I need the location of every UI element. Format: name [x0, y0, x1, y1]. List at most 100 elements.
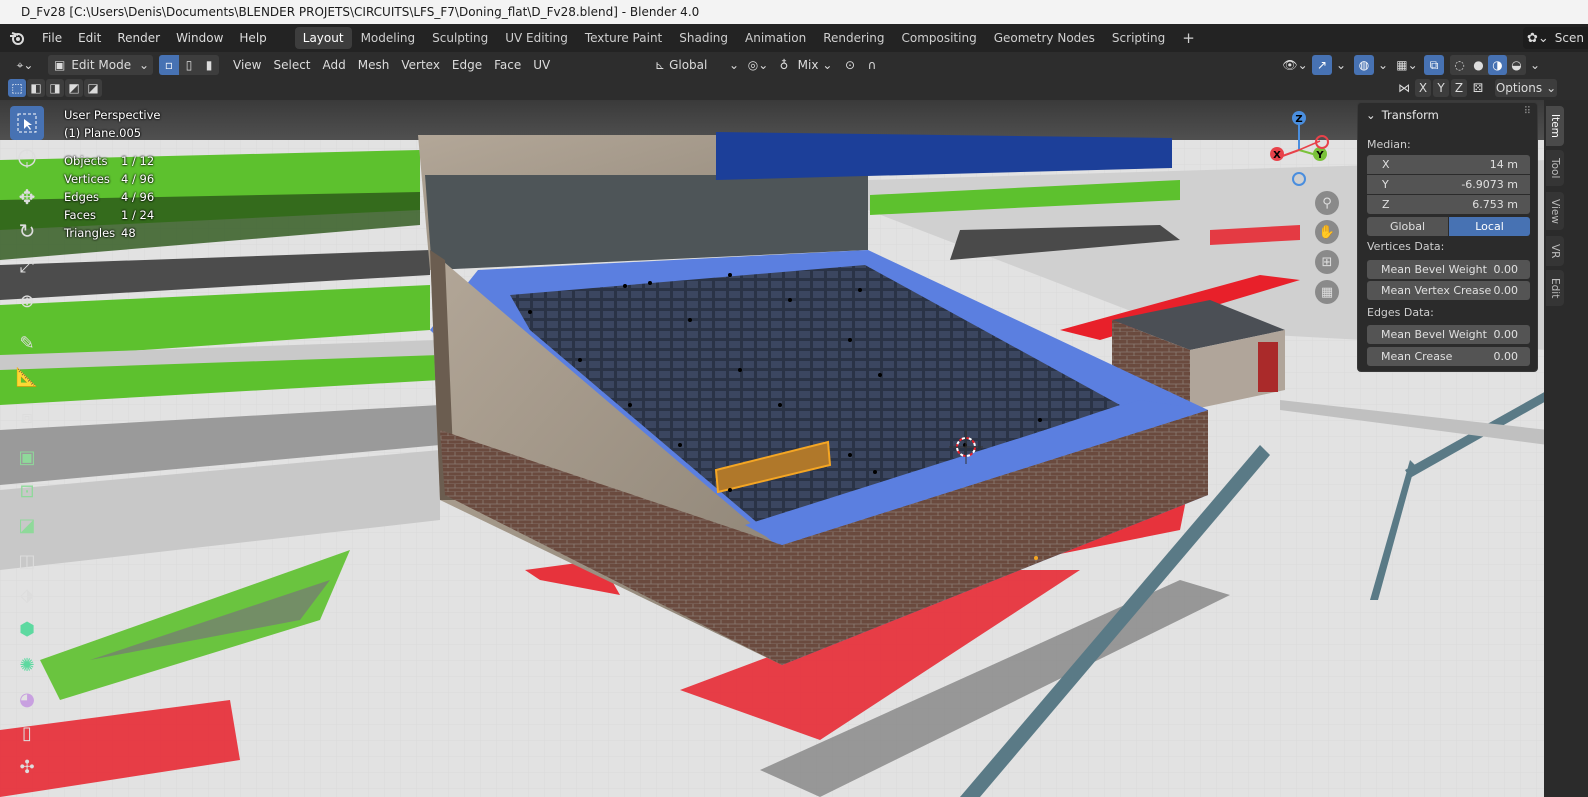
- median-z-field[interactable]: Z 6.753 m: [1367, 195, 1530, 214]
- tab-compositing[interactable]: Compositing: [893, 27, 984, 49]
- header-menu-mesh[interactable]: Mesh: [352, 58, 396, 72]
- menu-window[interactable]: Window: [168, 24, 231, 52]
- tab-animation[interactable]: Animation: [737, 27, 814, 49]
- uv-sync-icon[interactable]: ⚄: [1469, 79, 1487, 97]
- add-cube-tool-icon[interactable]: ⧈: [10, 400, 44, 434]
- extrude-tool-icon[interactable]: ▣: [10, 440, 44, 474]
- tab-layout[interactable]: Layout: [294, 27, 352, 49]
- inset-tool-icon[interactable]: ⊡: [10, 474, 44, 508]
- mode-dropdown[interactable]: ▣ Edit Mode ⌄: [48, 55, 153, 75]
- gizmo-toggle-icon[interactable]: ↗: [1312, 55, 1332, 75]
- header-menu-vertex[interactable]: Vertex: [395, 58, 446, 72]
- rendered-shading-icon[interactable]: ◒: [1507, 55, 1526, 75]
- move-tool-icon[interactable]: ✥: [10, 180, 44, 214]
- header-menu-view[interactable]: View: [227, 58, 267, 72]
- bevel-tool-icon[interactable]: ◪: [10, 508, 44, 542]
- select-intersect-icon[interactable]: ◪: [84, 79, 102, 97]
- orientation-dropdown[interactable]: Global ⌄: [669, 55, 739, 75]
- tab-shading[interactable]: Shading: [671, 27, 736, 49]
- median-y-field[interactable]: Y -6.9073 m: [1367, 175, 1530, 194]
- spin-tool-icon[interactable]: ✺: [10, 648, 44, 682]
- tab-texture-paint[interactable]: Texture Paint: [577, 27, 670, 49]
- poly-build-tool-icon[interactable]: ⬢: [10, 612, 44, 646]
- knife-tool-icon[interactable]: ⬗: [10, 578, 44, 612]
- global-toggle[interactable]: Global: [1367, 217, 1448, 236]
- loop-cut-tool-icon[interactable]: ◫: [10, 544, 44, 578]
- select-box-tool-icon[interactable]: [10, 106, 44, 140]
- tab-uv-editing[interactable]: UV Editing: [497, 27, 576, 49]
- shrink-fatten-tool-icon[interactable]: ✣: [10, 750, 44, 784]
- visibility-eye-icon[interactable]: 👁⌄: [1280, 55, 1310, 75]
- zoom-icon[interactable]: ⚲: [1315, 191, 1339, 215]
- vertex-select-button[interactable]: ▫: [159, 55, 179, 75]
- editor-type-icon[interactable]: ⌖⌄: [6, 55, 44, 75]
- tab-tool[interactable]: Tool: [1546, 150, 1564, 186]
- tab-item[interactable]: Item: [1546, 106, 1564, 146]
- overlay-dropdown-icon[interactable]: ⌄: [1376, 55, 1390, 75]
- falloff-icon[interactable]: ∩: [861, 55, 883, 75]
- edge-select-button[interactable]: ▯: [179, 55, 199, 75]
- tab-sculpting[interactable]: Sculpting: [424, 27, 496, 49]
- panel-drag-handle-icon[interactable]: ⠿: [1524, 106, 1531, 117]
- scene-icon[interactable]: ✿⌄: [1527, 31, 1549, 46]
- measure-tool-icon[interactable]: 📐: [10, 360, 44, 394]
- mean-vertex-crease-field[interactable]: Mean Vertex Crease 0.00: [1367, 281, 1530, 300]
- options-dropdown[interactable]: Options ⌄: [1495, 79, 1557, 97]
- tab-rendering[interactable]: Rendering: [815, 27, 892, 49]
- cursor-tool-icon[interactable]: [10, 141, 44, 175]
- solid-shading-icon[interactable]: ●: [1469, 55, 1488, 75]
- median-x-field[interactable]: X 14 m: [1367, 155, 1530, 174]
- mesh-edit-overlay-icon[interactable]: ▦⌄: [1392, 55, 1422, 75]
- scale-tool-icon[interactable]: ⤢: [10, 249, 44, 283]
- tab-view[interactable]: View: [1546, 192, 1564, 230]
- select-extend-icon[interactable]: ◧: [27, 79, 45, 97]
- snap-icon[interactable]: ♁: [773, 55, 795, 75]
- header-menu-face[interactable]: Face: [488, 58, 527, 72]
- mirror-icon[interactable]: ⋈: [1395, 79, 1413, 97]
- header-menu-add[interactable]: Add: [317, 58, 352, 72]
- select-subtract-icon[interactable]: ◨: [46, 79, 64, 97]
- pan-hand-icon[interactable]: ✋: [1315, 220, 1339, 244]
- menu-render[interactable]: Render: [109, 24, 168, 52]
- xray-toggle-icon[interactable]: ⧉: [1424, 55, 1444, 75]
- rotate-tool-icon[interactable]: ↻: [10, 214, 44, 248]
- header-menu-uv[interactable]: UV: [527, 58, 556, 72]
- tab-geometry-nodes[interactable]: Geometry Nodes: [986, 27, 1103, 49]
- snap-dropdown[interactable]: Mix ⌄: [795, 55, 835, 75]
- edge-mean-bevel-weight-field[interactable]: Mean Bevel Weight 0.00: [1367, 325, 1530, 344]
- scene-name[interactable]: Scen: [1555, 31, 1584, 45]
- wireframe-shading-icon[interactable]: ◌: [1450, 55, 1469, 75]
- material-shading-icon[interactable]: ◑: [1488, 55, 1507, 75]
- annotate-tool-icon[interactable]: ✎: [10, 326, 44, 360]
- edge-slide-tool-icon[interactable]: ▯: [10, 716, 44, 750]
- mirror-y-button[interactable]: Y: [1433, 79, 1449, 97]
- collapse-chevron-icon[interactable]: ⌄: [1366, 108, 1376, 122]
- tab-edit[interactable]: Edit: [1546, 270, 1564, 306]
- gizmo-dropdown-icon[interactable]: ⌄: [1334, 55, 1348, 75]
- mirror-x-button[interactable]: X: [1415, 79, 1431, 97]
- mirror-z-button[interactable]: Z: [1451, 79, 1467, 97]
- menu-file[interactable]: File: [34, 24, 70, 52]
- shading-dropdown-icon[interactable]: ⌄: [1528, 55, 1542, 75]
- mean-bevel-weight-field[interactable]: Mean Bevel Weight 0.00: [1367, 260, 1530, 279]
- menu-help[interactable]: Help: [231, 24, 274, 52]
- navigation-gizmo[interactable]: Z X Y: [1262, 108, 1338, 190]
- select-new-icon[interactable]: ⬚: [8, 79, 26, 97]
- overlay-toggle-icon[interactable]: ◍: [1354, 55, 1374, 75]
- tab-modeling[interactable]: Modeling: [353, 27, 424, 49]
- camera-view-icon[interactable]: ⊞: [1315, 250, 1339, 274]
- header-menu-select[interactable]: Select: [267, 58, 316, 72]
- proportional-edit-icon[interactable]: ⊙: [839, 55, 861, 75]
- tab-vr[interactable]: VR: [1546, 236, 1564, 266]
- select-invert-icon[interactable]: ◩: [65, 79, 83, 97]
- face-select-button[interactable]: ▮: [199, 55, 219, 75]
- header-menu-edge[interactable]: Edge: [446, 58, 488, 72]
- smooth-tool-icon[interactable]: ◕: [10, 682, 44, 716]
- add-workspace-button[interactable]: +: [1174, 27, 1203, 49]
- mean-crease-field[interactable]: Mean Crease 0.00: [1367, 347, 1530, 366]
- pivot-point-icon[interactable]: ◎⌄: [743, 55, 773, 75]
- menu-edit[interactable]: Edit: [70, 24, 109, 52]
- blender-logo-icon[interactable]: [0, 24, 34, 52]
- tab-scripting[interactable]: Scripting: [1104, 27, 1173, 49]
- perspective-toggle-icon[interactable]: ▦: [1315, 280, 1339, 304]
